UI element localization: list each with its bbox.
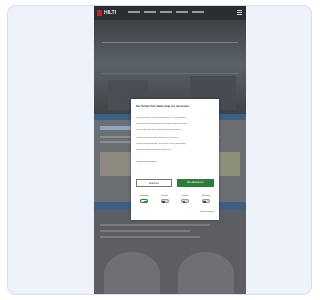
logo-text: HILTI: [104, 10, 117, 16]
logo-mark-icon: [97, 10, 102, 16]
category-label: Marketing: [201, 195, 211, 197]
cookie-settings-link[interactable]: Cookie-Einstellungen: [136, 161, 214, 164]
cookie-category: Marketing: [198, 195, 214, 204]
nav-link[interactable]: [144, 11, 156, 13]
reject-cookies-button[interactable]: Ablehnen: [136, 179, 172, 187]
nav-link[interactable]: [160, 11, 172, 13]
nav-link[interactable]: [192, 11, 204, 13]
dialog-text: Weitere Informationen finden Sie in unse…: [136, 137, 179, 139]
site-logo[interactable]: HILTI: [97, 9, 121, 17]
category-toggle[interactable]: [181, 199, 190, 204]
cookie-category: Statistik: [157, 195, 173, 204]
dialog-text: um Ihnen die bestmögliche Nutzung unsere…: [136, 123, 188, 125]
product-image[interactable]: [104, 252, 160, 294]
hero-structure: [102, 42, 238, 74]
category-toggle[interactable]: [160, 199, 169, 204]
category-toggle[interactable]: [140, 199, 148, 204]
cookie-category: Notwendig: [136, 195, 152, 204]
accept-all-cookies-button[interactable]: Alle akzeptieren: [177, 179, 214, 187]
dialog-title: Der Schutz Ihrer Daten liegt uns am Herz…: [136, 105, 190, 108]
hamburger-menu-icon[interactable]: [237, 10, 242, 15]
nav-link[interactable]: [176, 11, 188, 13]
text-line: [100, 224, 210, 226]
cookie-category: Komfort: [177, 195, 193, 204]
product-thumbnail[interactable]: [100, 152, 134, 176]
category-toggle[interactable]: [201, 199, 210, 204]
dialog-text: Datenschutzerklärung. Sie können Ihre Ei…: [136, 143, 186, 145]
dialog-text: Wir verwenden Cookies und ähnliche Techn…: [136, 117, 187, 119]
site-nav: [128, 11, 204, 13]
dialog-text: jederzeit widerrufen oder anpassen.: [136, 149, 171, 151]
site-header: HILTI: [94, 6, 246, 20]
cookie-consent-dialog: Der Schutz Ihrer Daten liegt uns am Herz…: [131, 99, 219, 220]
category-label: Notwendig: [139, 195, 149, 197]
category-label: Statistik: [161, 195, 168, 197]
cookie-categories: Notwendig Statistik Komfort Marketing: [136, 195, 214, 204]
lower-section: [94, 210, 246, 294]
nav-link[interactable]: [128, 11, 140, 13]
text-line: [100, 230, 190, 232]
text-line: [100, 236, 200, 238]
dialog-text: zu ermöglichen und Inhalte zu personalis…: [136, 129, 182, 131]
website-screenshot: HILTI Der Schutz Ihrer Daten liegt uns a…: [94, 6, 246, 294]
category-label: Komfort: [182, 195, 189, 197]
product-image[interactable]: [178, 252, 234, 294]
preview-card: HILTI Der Schutz Ihrer Daten liegt uns a…: [7, 5, 312, 295]
details-link[interactable]: Details anzeigen: [200, 211, 214, 213]
